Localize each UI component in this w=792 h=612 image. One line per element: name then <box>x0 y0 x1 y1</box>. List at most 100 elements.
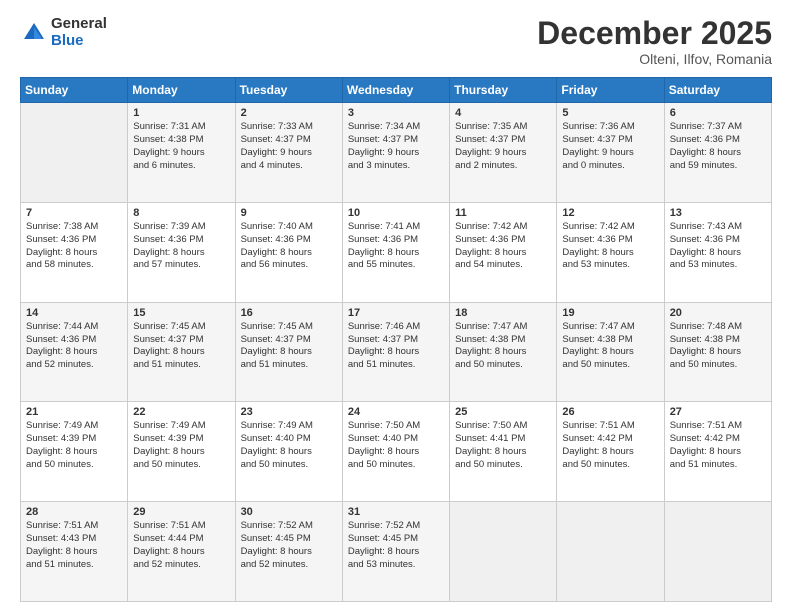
day-number: 24 <box>348 406 444 418</box>
day-number: 26 <box>562 406 658 418</box>
calendar-cell: 2 Sunrise: 7:33 AM Sunset: 4:37 PM Daylig… <box>235 103 342 203</box>
cell-info: Sunrise: 7:49 AM Sunset: 4:39 PM Dayligh… <box>133 420 229 471</box>
logo-text: General Blue <box>51 16 107 49</box>
cell-info: Sunrise: 7:33 AM Sunset: 4:37 PM Dayligh… <box>241 121 337 172</box>
calendar-cell: 22 Sunrise: 7:49 AM Sunset: 4:39 PM Dayli… <box>128 402 235 502</box>
location: Olteni, Ilfov, Romania <box>537 51 772 67</box>
cell-info: Sunrise: 7:49 AM Sunset: 4:40 PM Dayligh… <box>241 420 337 471</box>
logo-icon <box>20 19 48 47</box>
calendar-cell: 1Sunrise: 7:31 AM Sunset: 4:38 PM Daylig… <box>128 103 235 203</box>
cell-info: Sunrise: 7:43 AM Sunset: 4:36 PM Dayligh… <box>670 221 766 272</box>
calendar-table: SundayMondayTuesdayWednesdayThursdayFrid… <box>20 77 772 602</box>
calendar-cell: 6 Sunrise: 7:37 AM Sunset: 4:36 PM Daylig… <box>664 103 771 203</box>
cell-info: Sunrise: 7:42 AM Sunset: 4:36 PM Dayligh… <box>455 221 551 272</box>
day-number: 28 <box>26 506 122 518</box>
title-block: December 2025 Olteni, Ilfov, Romania <box>537 16 772 67</box>
calendar-cell <box>450 502 557 602</box>
day-number: 20 <box>670 307 766 319</box>
logo-blue-text: Blue <box>51 33 107 50</box>
cell-info: Sunrise: 7:48 AM Sunset: 4:38 PM Dayligh… <box>670 321 766 372</box>
cell-info: Sunrise: 7:52 AM Sunset: 4:45 PM Dayligh… <box>348 520 444 571</box>
calendar-cell: 10Sunrise: 7:41 AM Sunset: 4:36 PM Dayli… <box>342 202 449 302</box>
cell-info: Sunrise: 7:37 AM Sunset: 4:36 PM Dayligh… <box>670 121 766 172</box>
calendar-cell: 11 Sunrise: 7:42 AM Sunset: 4:36 PM Dayli… <box>450 202 557 302</box>
calendar-cell: 9 Sunrise: 7:40 AM Sunset: 4:36 PM Daylig… <box>235 202 342 302</box>
logo-general-text: General <box>51 16 107 33</box>
calendar-cell: 28 Sunrise: 7:51 AM Sunset: 4:43 PM Dayli… <box>21 502 128 602</box>
day-number: 14 <box>26 307 122 319</box>
cell-info: Sunrise: 7:51 AM Sunset: 4:42 PM Dayligh… <box>670 420 766 471</box>
day-number: 12 <box>562 207 658 219</box>
cell-info: Sunrise: 7:40 AM Sunset: 4:36 PM Dayligh… <box>241 221 337 272</box>
cell-info: Sunrise: 7:35 AM Sunset: 4:37 PM Dayligh… <box>455 121 551 172</box>
calendar-cell: 26 Sunrise: 7:51 AM Sunset: 4:42 PM Dayli… <box>557 402 664 502</box>
cell-info: Sunrise: 7:45 AM Sunset: 4:37 PM Dayligh… <box>241 321 337 372</box>
calendar-cell: 14 Sunrise: 7:44 AM Sunset: 4:36 PM Dayli… <box>21 302 128 402</box>
day-number: 5 <box>562 107 658 119</box>
calendar-cell: 30 Sunrise: 7:52 AM Sunset: 4:45 PM Dayli… <box>235 502 342 602</box>
cell-info: Sunrise: 7:46 AM Sunset: 4:37 PM Dayligh… <box>348 321 444 372</box>
page: General Blue December 2025 Olteni, Ilfov… <box>0 0 792 612</box>
calendar-cell: 16 Sunrise: 7:45 AM Sunset: 4:37 PM Dayli… <box>235 302 342 402</box>
day-number: 7 <box>26 207 122 219</box>
day-header-wednesday: Wednesday <box>342 78 449 103</box>
cell-info: Sunrise: 7:47 AM Sunset: 4:38 PM Dayligh… <box>455 321 551 372</box>
day-number: 30 <box>241 506 337 518</box>
cell-info: Sunrise: 7:49 AM Sunset: 4:39 PM Dayligh… <box>26 420 122 471</box>
day-number: 11 <box>455 207 551 219</box>
calendar-cell: 3 Sunrise: 7:34 AM Sunset: 4:37 PM Daylig… <box>342 103 449 203</box>
day-header-tuesday: Tuesday <box>235 78 342 103</box>
calendar-cell: 4 Sunrise: 7:35 AM Sunset: 4:37 PM Daylig… <box>450 103 557 203</box>
week-row-2: 7 Sunrise: 7:38 AM Sunset: 4:36 PM Daylig… <box>21 202 772 302</box>
day-number: 29 <box>133 506 229 518</box>
day-number: 9 <box>241 207 337 219</box>
day-header-saturday: Saturday <box>664 78 771 103</box>
cell-info: Sunrise: 7:31 AM Sunset: 4:38 PM Dayligh… <box>133 121 229 172</box>
calendar-cell <box>557 502 664 602</box>
cell-info: Sunrise: 7:51 AM Sunset: 4:42 PM Dayligh… <box>562 420 658 471</box>
week-row-5: 28 Sunrise: 7:51 AM Sunset: 4:43 PM Dayli… <box>21 502 772 602</box>
calendar-cell: 8 Sunrise: 7:39 AM Sunset: 4:36 PM Daylig… <box>128 202 235 302</box>
day-number: 15 <box>133 307 229 319</box>
calendar-cell: 5Sunrise: 7:36 AM Sunset: 4:37 PM Daylig… <box>557 103 664 203</box>
day-number: 22 <box>133 406 229 418</box>
calendar-cell: 7 Sunrise: 7:38 AM Sunset: 4:36 PM Daylig… <box>21 202 128 302</box>
cell-info: Sunrise: 7:38 AM Sunset: 4:36 PM Dayligh… <box>26 221 122 272</box>
cell-info: Sunrise: 7:52 AM Sunset: 4:45 PM Dayligh… <box>241 520 337 571</box>
calendar-cell: 20 Sunrise: 7:48 AM Sunset: 4:38 PM Dayli… <box>664 302 771 402</box>
logo: General Blue <box>20 16 107 49</box>
day-number: 18 <box>455 307 551 319</box>
day-number: 8 <box>133 207 229 219</box>
calendar-cell: 21Sunrise: 7:49 AM Sunset: 4:39 PM Dayli… <box>21 402 128 502</box>
cell-info: Sunrise: 7:51 AM Sunset: 4:43 PM Dayligh… <box>26 520 122 571</box>
day-number: 16 <box>241 307 337 319</box>
day-number: 6 <box>670 107 766 119</box>
day-number: 4 <box>455 107 551 119</box>
cell-info: Sunrise: 7:39 AM Sunset: 4:36 PM Dayligh… <box>133 221 229 272</box>
day-header-sunday: Sunday <box>21 78 128 103</box>
cell-info: Sunrise: 7:50 AM Sunset: 4:41 PM Dayligh… <box>455 420 551 471</box>
day-number: 17 <box>348 307 444 319</box>
cell-info: Sunrise: 7:45 AM Sunset: 4:37 PM Dayligh… <box>133 321 229 372</box>
day-number: 27 <box>670 406 766 418</box>
day-number: 3 <box>348 107 444 119</box>
calendar-cell <box>21 103 128 203</box>
cell-info: Sunrise: 7:42 AM Sunset: 4:36 PM Dayligh… <box>562 221 658 272</box>
cell-info: Sunrise: 7:34 AM Sunset: 4:37 PM Dayligh… <box>348 121 444 172</box>
week-row-3: 14 Sunrise: 7:44 AM Sunset: 4:36 PM Dayli… <box>21 302 772 402</box>
day-header-monday: Monday <box>128 78 235 103</box>
cell-info: Sunrise: 7:51 AM Sunset: 4:44 PM Dayligh… <box>133 520 229 571</box>
cell-info: Sunrise: 7:41 AM Sunset: 4:36 PM Dayligh… <box>348 221 444 272</box>
calendar-cell <box>664 502 771 602</box>
day-number: 25 <box>455 406 551 418</box>
cell-info: Sunrise: 7:47 AM Sunset: 4:38 PM Dayligh… <box>562 321 658 372</box>
cell-info: Sunrise: 7:44 AM Sunset: 4:36 PM Dayligh… <box>26 321 122 372</box>
calendar-cell: 12 Sunrise: 7:42 AM Sunset: 4:36 PM Dayli… <box>557 202 664 302</box>
day-number: 23 <box>241 406 337 418</box>
calendar-cell: 23 Sunrise: 7:49 AM Sunset: 4:40 PM Dayli… <box>235 402 342 502</box>
week-row-4: 21Sunrise: 7:49 AM Sunset: 4:39 PM Dayli… <box>21 402 772 502</box>
calendar-cell: 29 Sunrise: 7:51 AM Sunset: 4:44 PM Dayli… <box>128 502 235 602</box>
cell-info: Sunrise: 7:50 AM Sunset: 4:40 PM Dayligh… <box>348 420 444 471</box>
day-header-friday: Friday <box>557 78 664 103</box>
day-number: 2 <box>241 107 337 119</box>
